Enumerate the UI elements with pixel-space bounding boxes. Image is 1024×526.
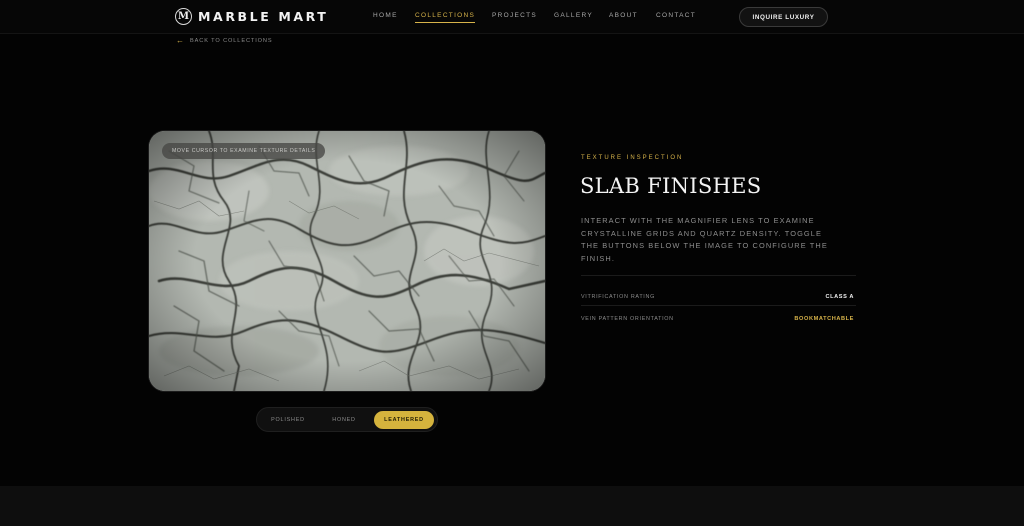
logo-mark-icon: M xyxy=(175,7,192,25)
spec-value-vein-orientation: BOOKMATCHABLE xyxy=(794,316,854,322)
arrow-left-icon: ← xyxy=(176,36,184,45)
active-nav-underline xyxy=(415,22,476,23)
back-to-collections-link[interactable]: ← BACK TO COLLECTIONS xyxy=(176,37,272,45)
page-title: SLAB FINISHES xyxy=(580,174,762,198)
spec-label-vein-orientation: VEIN PATTERN ORIENTATION xyxy=(581,316,674,322)
section-description: INTERACT WITH THE MAGNIFIER LENS TO EXAM… xyxy=(581,216,828,263)
nav-item-collections-label: COLLECTIONS xyxy=(415,12,476,19)
spec-divider xyxy=(581,275,856,276)
finish-honed-button[interactable]: HONED xyxy=(319,411,369,429)
nav-item-projects[interactable]: PROJECTS xyxy=(492,12,537,19)
brand-name: MARBLE MART xyxy=(198,8,329,24)
finish-leathered-button[interactable]: LEATHERED xyxy=(374,411,434,429)
texture-hint-pill: MOVE CURSOR TO EXAMINE TEXTURE DETAILS xyxy=(162,143,326,159)
spec-divider xyxy=(581,305,856,306)
marble-texture-graphic xyxy=(149,131,545,391)
spec-value-vitrification: CLASS A xyxy=(825,294,854,300)
section-eyebrow: TEXTURE INSPECTION xyxy=(581,155,684,161)
back-link-label: BACK TO COLLECTIONS xyxy=(190,38,273,44)
finish-polished-button[interactable]: POLISHED xyxy=(261,411,315,429)
nav-item-gallery[interactable]: GALLERY xyxy=(554,12,593,19)
site-header: M MARBLE MART HOME COLLECTIONS PROJECTS … xyxy=(0,0,1024,34)
finish-toggle-group: POLISHED HONED LEATHERED xyxy=(256,407,438,432)
footer-strip xyxy=(0,486,1024,526)
nav-item-contact[interactable]: CONTACT xyxy=(656,12,696,19)
brand-logo[interactable]: M MARBLE MART xyxy=(175,6,328,26)
marble-texture-image[interactable]: MOVE CURSOR TO EXAMINE TEXTURE DETAILS xyxy=(149,131,545,391)
nav-item-home[interactable]: HOME xyxy=(373,12,398,19)
nav-item-about[interactable]: ABOUT xyxy=(609,12,638,19)
texture-hint-text: MOVE CURSOR TO EXAMINE TEXTURE DETAILS xyxy=(172,148,316,154)
spec-label-vitrification: VITRIFICATION RATING xyxy=(581,294,655,300)
inquire-luxury-button[interactable]: INQUIRE LUXURY xyxy=(739,7,828,27)
nav-item-collections[interactable]: COLLECTIONS xyxy=(415,12,476,23)
